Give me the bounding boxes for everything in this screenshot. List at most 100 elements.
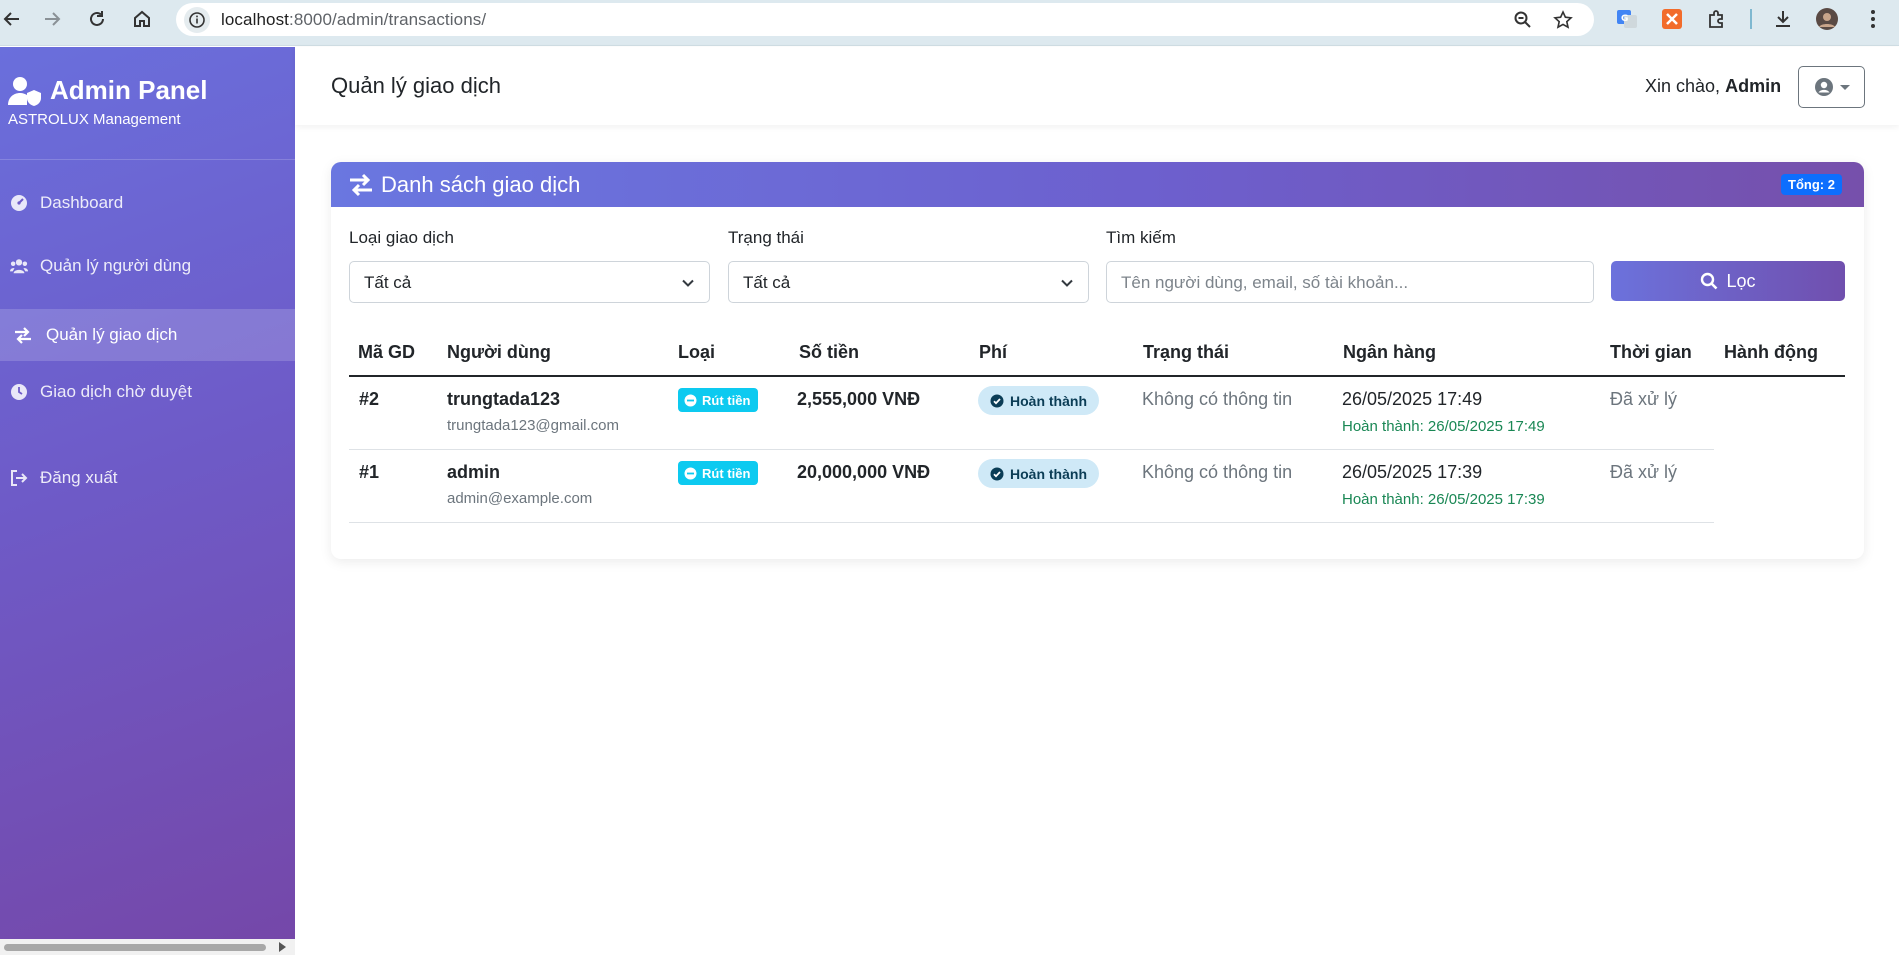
bank-date: 26/05/2025 17:49 <box>1342 389 1483 409</box>
minus-circle-icon <box>684 467 697 479</box>
exchange-icon <box>350 173 372 197</box>
type-badge: Rút tiền <box>678 461 759 485</box>
type-badge: Rút tiền <box>678 388 759 412</box>
scrollbar-thumb[interactable] <box>4 944 266 951</box>
sidebar-item-label: Quản lý giao dịch <box>46 325 178 344</box>
col-header-type: Loại <box>678 342 716 362</box>
sidebar-item-users[interactable]: Quản lý người dùng <box>0 240 295 292</box>
status-filter-label: Trạng thái <box>728 228 804 247</box>
profile-avatar-icon[interactable] <box>1814 6 1840 32</box>
user-name: trungtada123 <box>447 389 561 409</box>
download-icon[interactable] <box>1770 6 1796 32</box>
search-input[interactable]: Tên người dùng, email, số tài khoản... <box>1106 261 1594 303</box>
greeting: Xin chào, Admin <box>1645 76 1781 97</box>
user-menu-button[interactable] <box>1798 66 1865 108</box>
users-icon <box>8 255 30 277</box>
chevron-down-icon <box>1839 84 1850 90</box>
search-placeholder: Tên người dùng, email, số tài khoản... <box>1121 273 1409 292</box>
col-header-time: Thời gian <box>1610 342 1692 362</box>
url-text[interactable]: localhost:8000/admin/transactions/ <box>221 10 486 30</box>
row-divider <box>349 522 1714 523</box>
bookmark-star-icon[interactable] <box>1552 9 1574 31</box>
transactions-card: Danh sách giao dịch Tổng: 2 Loại giao dị… <box>331 162 1864 559</box>
sidebar-divider <box>0 159 295 160</box>
greeting-username: Admin <box>1725 76 1782 96</box>
status-filter-value: Tất cả <box>743 273 791 292</box>
filter-button-label: Lọc <box>1726 270 1756 291</box>
brand: Admin Panel <box>8 75 207 106</box>
chevron-down-icon <box>682 279 694 287</box>
extensions-puzzle-icon[interactable] <box>1704 6 1730 32</box>
extension-orange-icon[interactable] <box>1659 6 1685 32</box>
bank-completed-at: Hoàn thành: 26/05/2025 17:49 <box>1342 418 1545 435</box>
sidebar-item-logout[interactable]: Đăng xuất <box>0 452 295 504</box>
filter-button[interactable]: Lọc <box>1611 261 1845 301</box>
user-circle-icon <box>1814 78 1833 96</box>
horizontal-scrollbar[interactable] <box>0 939 295 955</box>
reload-icon[interactable] <box>85 7 109 31</box>
home-icon[interactable] <box>130 7 154 31</box>
address-bar[interactable]: localhost:8000/admin/transactions/ <box>176 3 1594 36</box>
sidebar-item-label: Giao dịch chờ duyệt <box>40 382 192 401</box>
type-filter-select[interactable]: Tất cả <box>349 261 710 303</box>
user-email: admin@example.com <box>447 490 593 507</box>
user-name: admin <box>447 462 501 482</box>
col-header-user: Người dùng <box>447 342 551 362</box>
check-circle-icon <box>990 467 1004 480</box>
bank-completed-at: Hoàn thành: 26/05/2025 17:39 <box>1342 491 1545 508</box>
check-circle-icon <box>990 394 1004 407</box>
status-text: Không có thông tin <box>1142 462 1293 482</box>
col-header-fee: Phí <box>979 342 1008 362</box>
type-badge-label: Rút tiền <box>702 465 751 481</box>
time-status: Đã xử lý <box>1610 389 1678 409</box>
browser-menu-icon[interactable] <box>1860 6 1886 32</box>
user-shield-icon <box>8 76 41 106</box>
amount: 20,000,000 VNĐ <box>797 462 931 482</box>
google-translate-icon[interactable]: G <box>1614 6 1640 32</box>
time-status: Đã xử lý <box>1610 462 1678 482</box>
tachometer-icon <box>8 192 30 214</box>
col-header-actions: Hành động <box>1724 342 1818 362</box>
sidebar-item-pending[interactable]: Giao dịch chờ duyệt <box>0 366 295 418</box>
brand-title: Admin Panel <box>50 75 208 105</box>
sidebar-item-label: Dashboard <box>40 193 124 212</box>
type-badge-label: Rút tiền <box>702 392 751 408</box>
transaction-id: #1 <box>359 462 380 482</box>
exchange-icon <box>12 324 34 346</box>
status-filter-select[interactable]: Tất cả <box>728 261 1089 303</box>
search-icon <box>1701 272 1718 290</box>
back-icon[interactable] <box>0 7 24 31</box>
greeting-text: Xin chào, <box>1645 76 1721 96</box>
card-header: Danh sách giao dịch Tổng: 2 <box>331 162 1864 207</box>
browser-toolbar: localhost:8000/admin/transactions/ G <box>0 0 1899 46</box>
forward-icon[interactable] <box>40 7 64 31</box>
transaction-id: #2 <box>359 389 380 409</box>
site-info-icon[interactable] <box>184 7 210 33</box>
clock-icon <box>8 381 30 403</box>
fee-status-badge: Hoàn thành <box>978 386 1099 415</box>
chevron-down-icon <box>1061 279 1073 287</box>
table-row: #1 admin admin@example.com Rút tiền 20,0… <box>349 450 1845 523</box>
sidebar-item-transactions[interactable]: Quản lý giao dịch <box>0 309 295 361</box>
col-header-status: Trạng thái <box>1143 342 1230 362</box>
page-title: Quản lý giao dịch <box>331 73 501 98</box>
minus-circle-icon <box>684 394 697 406</box>
toolbar-separator <box>1750 9 1752 29</box>
type-filter-label: Loại giao dịch <box>349 228 454 247</box>
zoom-icon[interactable] <box>1512 9 1534 31</box>
sidebar-item-dashboard[interactable]: Dashboard <box>0 177 295 229</box>
sidebar-item-label: Đăng xuất <box>40 468 118 487</box>
type-filter-value: Tất cả <box>364 273 412 292</box>
col-header-amount: Số tiền <box>799 342 860 362</box>
scroll-right-arrow-icon[interactable] <box>279 942 286 952</box>
total-badge: Tổng: 2 <box>1781 174 1842 195</box>
table-row: #2 trungtada123 trungtada123@gmail.com R… <box>349 377 1845 450</box>
card-title: Danh sách giao dịch <box>381 172 581 197</box>
bank-date: 26/05/2025 17:39 <box>1342 462 1483 482</box>
amount: 2,555,000 VNĐ <box>797 389 921 409</box>
brand-subtitle: ASTROLUX Management <box>8 111 181 128</box>
top-header: Quản lý giao dịch Xin chào, Admin <box>295 47 1899 125</box>
svg-text:G: G <box>1621 14 1628 24</box>
sidebar-item-label: Quản lý người dùng <box>40 256 192 275</box>
search-label: Tìm kiếm <box>1106 228 1176 247</box>
